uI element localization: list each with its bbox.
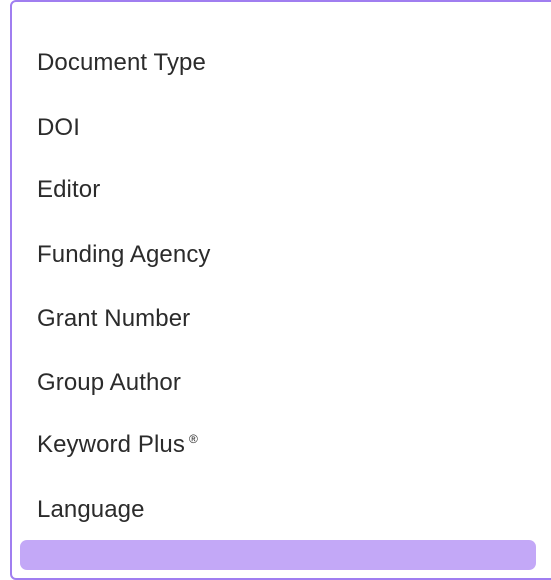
- option-label: Document Type: [37, 49, 206, 76]
- option-language[interactable]: Language: [12, 488, 548, 532]
- option-label: Keyword Plus: [37, 431, 185, 458]
- option-document-type[interactable]: Document Type: [12, 41, 548, 85]
- option-grant-number[interactable]: Grant Number: [12, 297, 548, 341]
- registered-mark: ®: [188, 432, 198, 446]
- field-dropdown-panel: Document Type DOI Editor Funding Agency …: [10, 0, 551, 580]
- option-keyword-plus[interactable]: Keyword Plus ®: [12, 423, 548, 467]
- option-label: Language: [37, 496, 145, 523]
- option-label: DOI: [37, 114, 80, 141]
- field-option-list: Document Type DOI Editor Funding Agency …: [12, 2, 551, 578]
- option-label: Group Author: [37, 369, 181, 396]
- option-label: Funding Agency: [37, 241, 211, 268]
- option-label: Editor: [37, 176, 101, 203]
- option-highlighted[interactable]: [20, 540, 536, 570]
- option-group-author[interactable]: Group Author: [12, 361, 548, 405]
- option-funding-agency[interactable]: Funding Agency: [12, 233, 548, 277]
- option-editor[interactable]: Editor: [12, 168, 548, 212]
- option-doi[interactable]: DOI: [12, 106, 548, 150]
- option-label: Grant Number: [37, 305, 191, 332]
